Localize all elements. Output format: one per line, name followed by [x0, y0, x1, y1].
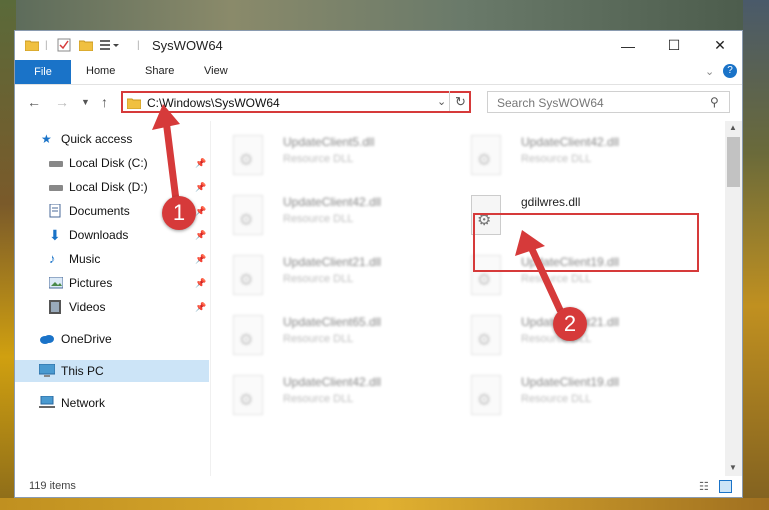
annotation-arrow-2 — [526, 241, 564, 314]
annotation-arrow-1 — [162, 116, 180, 204]
step-badge-2: 2 — [553, 307, 587, 341]
step-badge-1: 1 — [162, 196, 196, 230]
annotation-arrows — [152, 104, 564, 314]
annotation-arrowhead-1 — [152, 104, 180, 130]
